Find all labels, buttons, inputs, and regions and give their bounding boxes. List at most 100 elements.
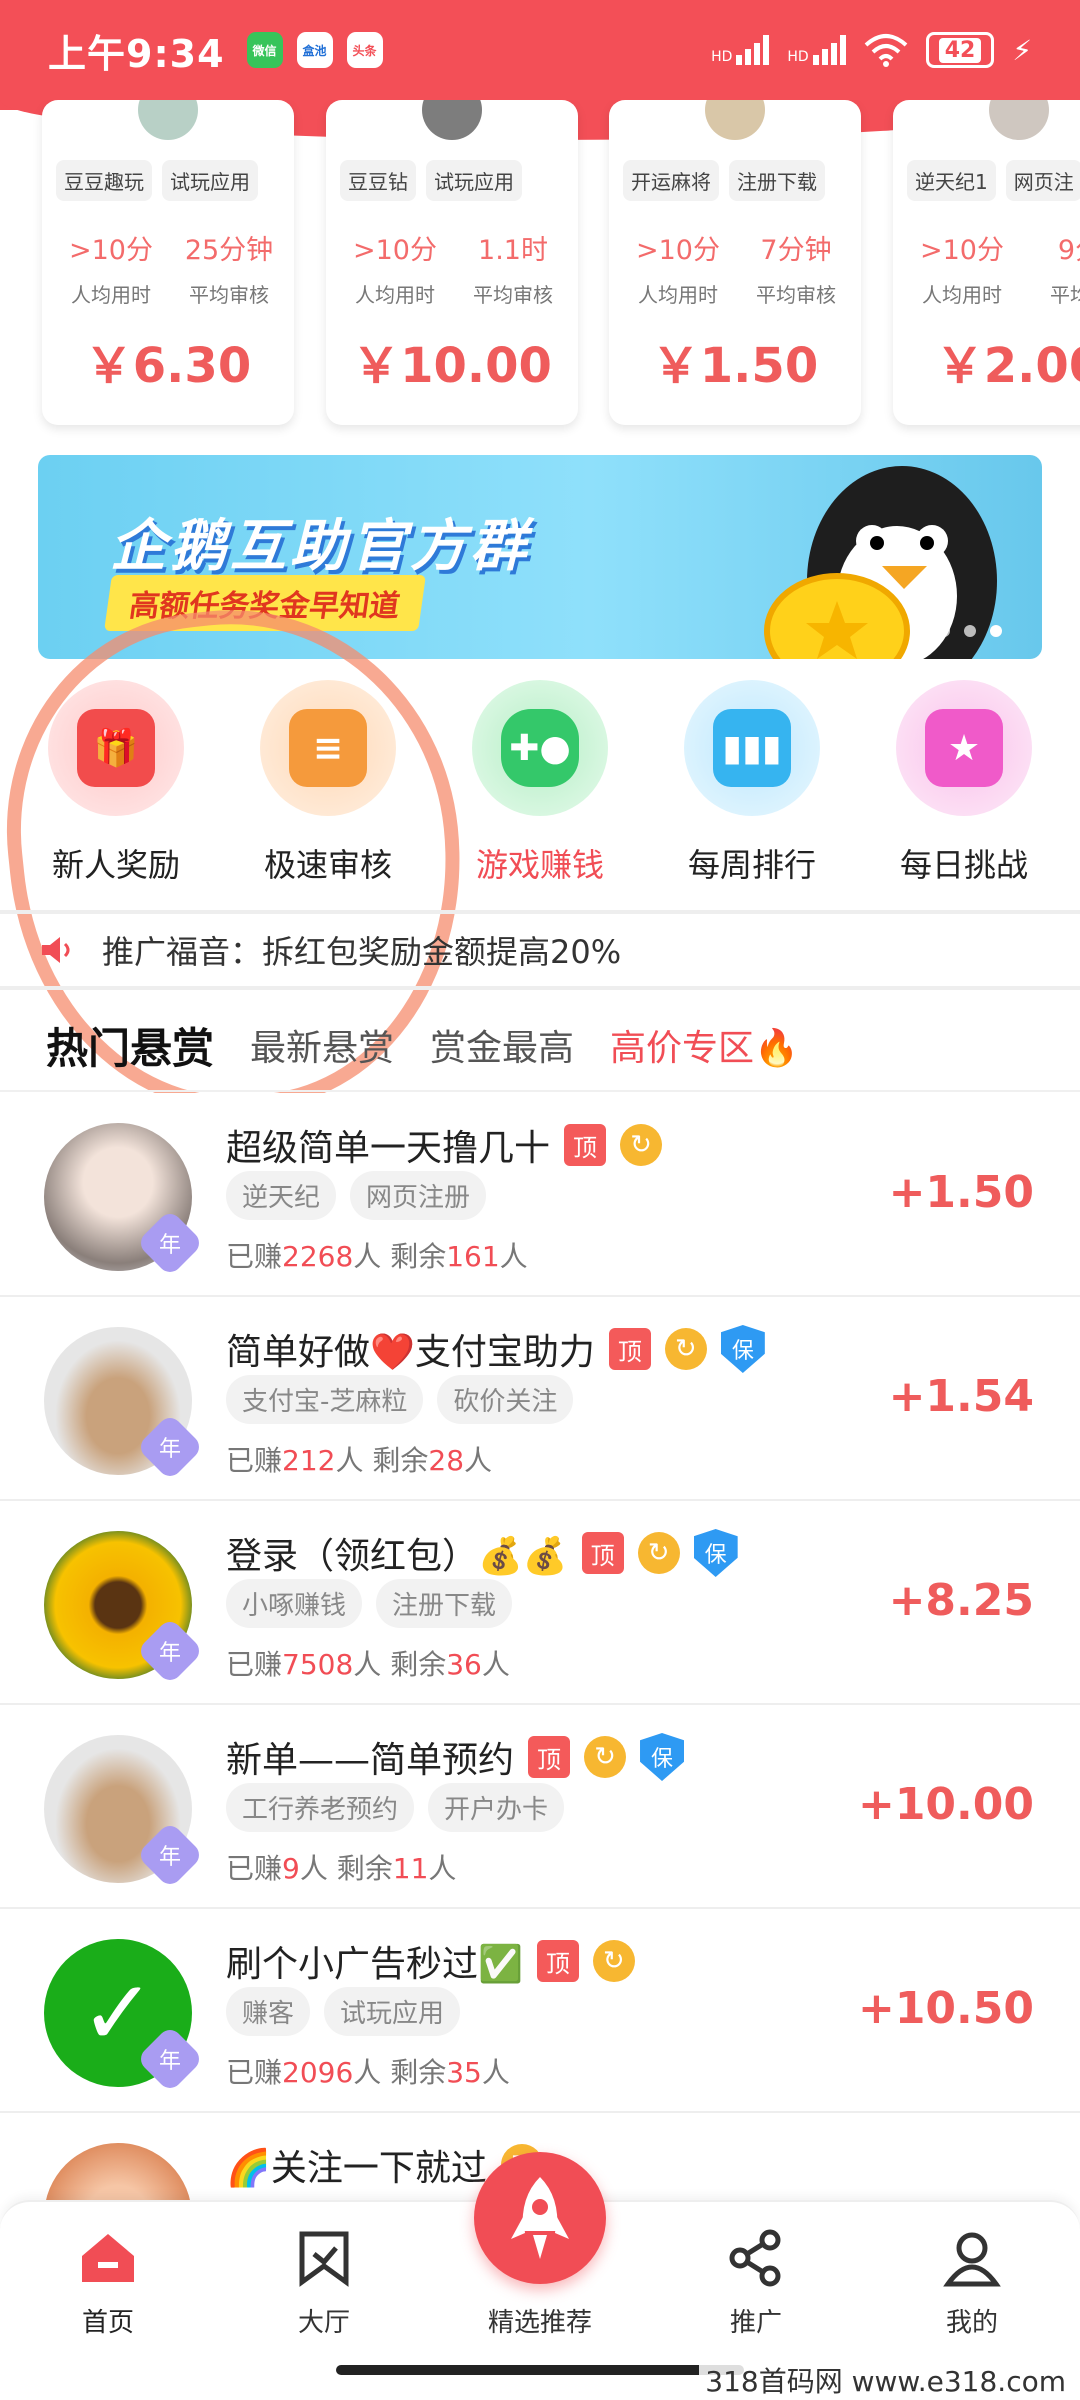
pin-top-badge: 顶 <box>608 1328 651 1370</box>
nav-label: 游戏赚钱 <box>475 846 604 884</box>
card-tag: 注册下载 <box>729 160 825 201</box>
nav-hall[interactable]: 大厅 <box>254 2226 394 2339</box>
nav-fast-review[interactable]: ≡ 极速审核 <box>228 680 428 900</box>
card-stat-label: 平均审 <box>1050 283 1080 307</box>
card-avatar <box>705 100 765 140</box>
guarantee-shield-icon: 保 <box>693 1529 738 1577</box>
card-tag: 开运麻将 <box>623 160 719 201</box>
refresh-icon: ↻ <box>664 1328 707 1370</box>
task-tag: 工行养老预约 <box>226 1783 415 1832</box>
task-reward: +10.50 <box>857 1983 1034 2034</box>
task-title: 刷个小广告秒过✅ <box>226 1944 523 1985</box>
task-row[interactable]: 年 简单好做❤️支付宝助力 顶 ↻ 保 支付宝-芝麻粒 砍价关注 已赚212人 … <box>0 1297 1080 1501</box>
nav-home-label: 首页 <box>81 2308 134 2338</box>
nav-me[interactable]: 我的 <box>902 2226 1042 2339</box>
nav-hall-label: 大厅 <box>297 2308 350 2338</box>
task-tag: 支付宝-芝麻粒 <box>226 1375 424 1424</box>
status-indicators: HD HD 42 ⚡ <box>711 32 1032 68</box>
pin-top-badge: 顶 <box>528 1736 571 1778</box>
pin-top-badge: 顶 <box>581 1532 624 1574</box>
notice-bar[interactable]: 推广福音：拆红包奖励金额提高20% <box>0 910 1080 990</box>
banner-pagination <box>912 625 1002 637</box>
card-stat-label: 人均用时 <box>355 283 435 307</box>
tab-premium[interactable]: 高价专区🔥 <box>610 1019 799 1071</box>
network-label-2: HD <box>787 49 809 65</box>
refresh-icon: ↻ <box>584 1736 627 1778</box>
notice-text: 推广福音：拆红包奖励金额提高20% <box>102 933 622 971</box>
card-stat-value: >10分 <box>636 235 720 266</box>
gamepad-icon: ✚● <box>472 680 608 816</box>
refresh-icon: ↻ <box>620 1124 663 1166</box>
task-row[interactable]: ✓ 年 刷个小广告秒过✅ 顶 ↻ 赚客 试玩应用 已赚2096人 剩余35人 +… <box>0 1909 1080 2113</box>
battery-icon: 42 <box>925 32 995 68</box>
tab-latest[interactable]: 最新悬赏 <box>250 1019 394 1071</box>
quick-nav: 🎁 新人奖励 ≡ 极速审核 ✚● 游戏赚钱 ▮▮▮ 每周排行 ★ 每日挑战 <box>0 680 1080 900</box>
card-price: ￥10.00 <box>352 338 552 394</box>
card-stat-label: 平均审核 <box>473 283 553 307</box>
nav-newcomer-reward[interactable]: 🎁 新人奖励 <box>16 680 216 900</box>
watermark: 318首码网 www.e318.com <box>699 2358 1072 2400</box>
task-tag: 砍价关注 <box>437 1375 574 1424</box>
home-indicator[interactable] <box>336 2365 744 2375</box>
network-label: HD <box>711 49 733 65</box>
card-stat-label: 人均用时 <box>638 283 718 307</box>
task-stats: 已赚9人 剩余11人 <box>226 1852 457 1885</box>
card-stat-value: >10分 <box>920 235 1004 266</box>
task-reward: +1.50 <box>888 1167 1034 1218</box>
bar-chart-icon: ▮▮▮ <box>684 680 820 816</box>
task-tag: 开户办卡 <box>428 1783 565 1832</box>
task-title-line: 刷个小广告秒过✅ 顶 ↻ <box>226 1935 635 1987</box>
nav-promote[interactable]: 推广 <box>686 2226 826 2339</box>
card-tag: 网页注 <box>1005 160 1080 201</box>
speaker-icon <box>42 937 70 963</box>
nav-weekly-rank[interactable]: ▮▮▮ 每周排行 <box>652 680 852 900</box>
card-avatar <box>989 100 1049 140</box>
featured-card[interactable]: 开运麻将 注册下载 >10分 人均用时 7分钟 平均审核 ￥1.50 <box>609 100 861 425</box>
featured-rocket-button[interactable] <box>474 2152 606 2284</box>
task-reward: +8.25 <box>888 1575 1034 1626</box>
card-stat-label: 人均用时 <box>71 283 151 307</box>
card-stat-value: 1.1时 <box>478 235 548 266</box>
featured-card[interactable]: 豆豆趣玩 试玩应用 >10分 人均用时 25分钟 平均审核 ￥6.30 <box>42 100 294 425</box>
nav-home[interactable]: 首页 <box>38 2226 178 2339</box>
task-tag: 网页注册 <box>350 1171 487 1220</box>
nav-label: 新人奖励 <box>51 846 180 884</box>
promo-banner[interactable]: 企鹅互助官方群 高额任务奖金早知道 <box>38 455 1042 659</box>
share-icon <box>729 2229 781 2287</box>
nav-label: 每周排行 <box>687 846 816 884</box>
rocket-icon <box>511 2177 569 2259</box>
nav-me-label: 我的 <box>945 2308 998 2338</box>
task-reward: +1.54 <box>888 1371 1034 1422</box>
task-stats: 已赚2268人 剩余161人 <box>226 1240 528 1273</box>
task-tag: 小啄赚钱 <box>226 1579 363 1628</box>
card-price: ￥6.30 <box>84 338 252 394</box>
card-stat-value: >10分 <box>69 235 153 266</box>
refresh-icon: ↻ <box>637 1532 680 1574</box>
tab-highest[interactable]: 赏金最高 <box>430 1019 574 1071</box>
toutiao-icon: 头条 <box>346 32 383 68</box>
task-row[interactable]: 年 超级简单一天撸几十 顶 ↻ 逆天纪 网页注册 已赚2268人 剩余161人 … <box>0 1093 1080 1297</box>
nav-promote-label: 推广 <box>729 2308 782 2338</box>
task-tag: 注册下载 <box>376 1579 513 1628</box>
task-list: 年 超级简单一天撸几十 顶 ↻ 逆天纪 网页注册 已赚2268人 剩余161人 … <box>0 1093 1080 2317</box>
user-icon <box>943 2232 1001 2287</box>
task-row[interactable]: 年 登录（领红包）💰💰 顶 ↻ 保 小啄赚钱 注册下载 已赚7508人 剩余36… <box>0 1501 1080 1705</box>
featured-cards-strip[interactable]: 豆豆趣玩 试玩应用 >10分 人均用时 25分钟 平均审核 ￥6.30 豆豆钻 试玩应用… <box>0 100 1080 440</box>
featured-card[interactable]: 豆豆钻 试玩应用 >10分 人均用时 1.1时 平均审核 ￥10.00 <box>326 100 578 425</box>
task-tabs: 热门悬赏 最新悬赏 赏金最高 高价专区🔥 <box>0 1000 1080 1100</box>
task-stats: 已赚212人 剩余28人 <box>226 1444 493 1477</box>
card-tag: 豆豆趣玩 <box>56 160 152 201</box>
card-stat-value: >10分 <box>353 235 437 266</box>
card-price: ￥1.50 <box>651 338 819 394</box>
featured-card[interactable]: 逆天纪1网页注 >10分人均用时 9分平均审 ￥2.00 <box>893 100 1080 425</box>
guarantee-shield-icon: 保 <box>640 1733 685 1781</box>
wifi-icon <box>864 34 908 67</box>
nav-daily-challenge[interactable]: ★ 每日挑战 <box>864 680 1064 900</box>
task-row[interactable]: 年 新单——简单预约 顶 ↻ 保 工行养老预约 开户办卡 已赚9人 剩余11人 … <box>0 1705 1080 1909</box>
card-tag: 试玩应用 <box>162 160 258 201</box>
card-stat-value: 25分钟 <box>184 235 274 266</box>
nav-featured-label[interactable]: 精选推荐 <box>460 2302 620 2339</box>
nav-game-earn[interactable]: ✚● 游戏赚钱 <box>440 680 640 900</box>
tab-hot[interactable]: 热门悬赏 <box>46 1015 214 1100</box>
card-tag: 试玩应用 <box>426 160 522 201</box>
